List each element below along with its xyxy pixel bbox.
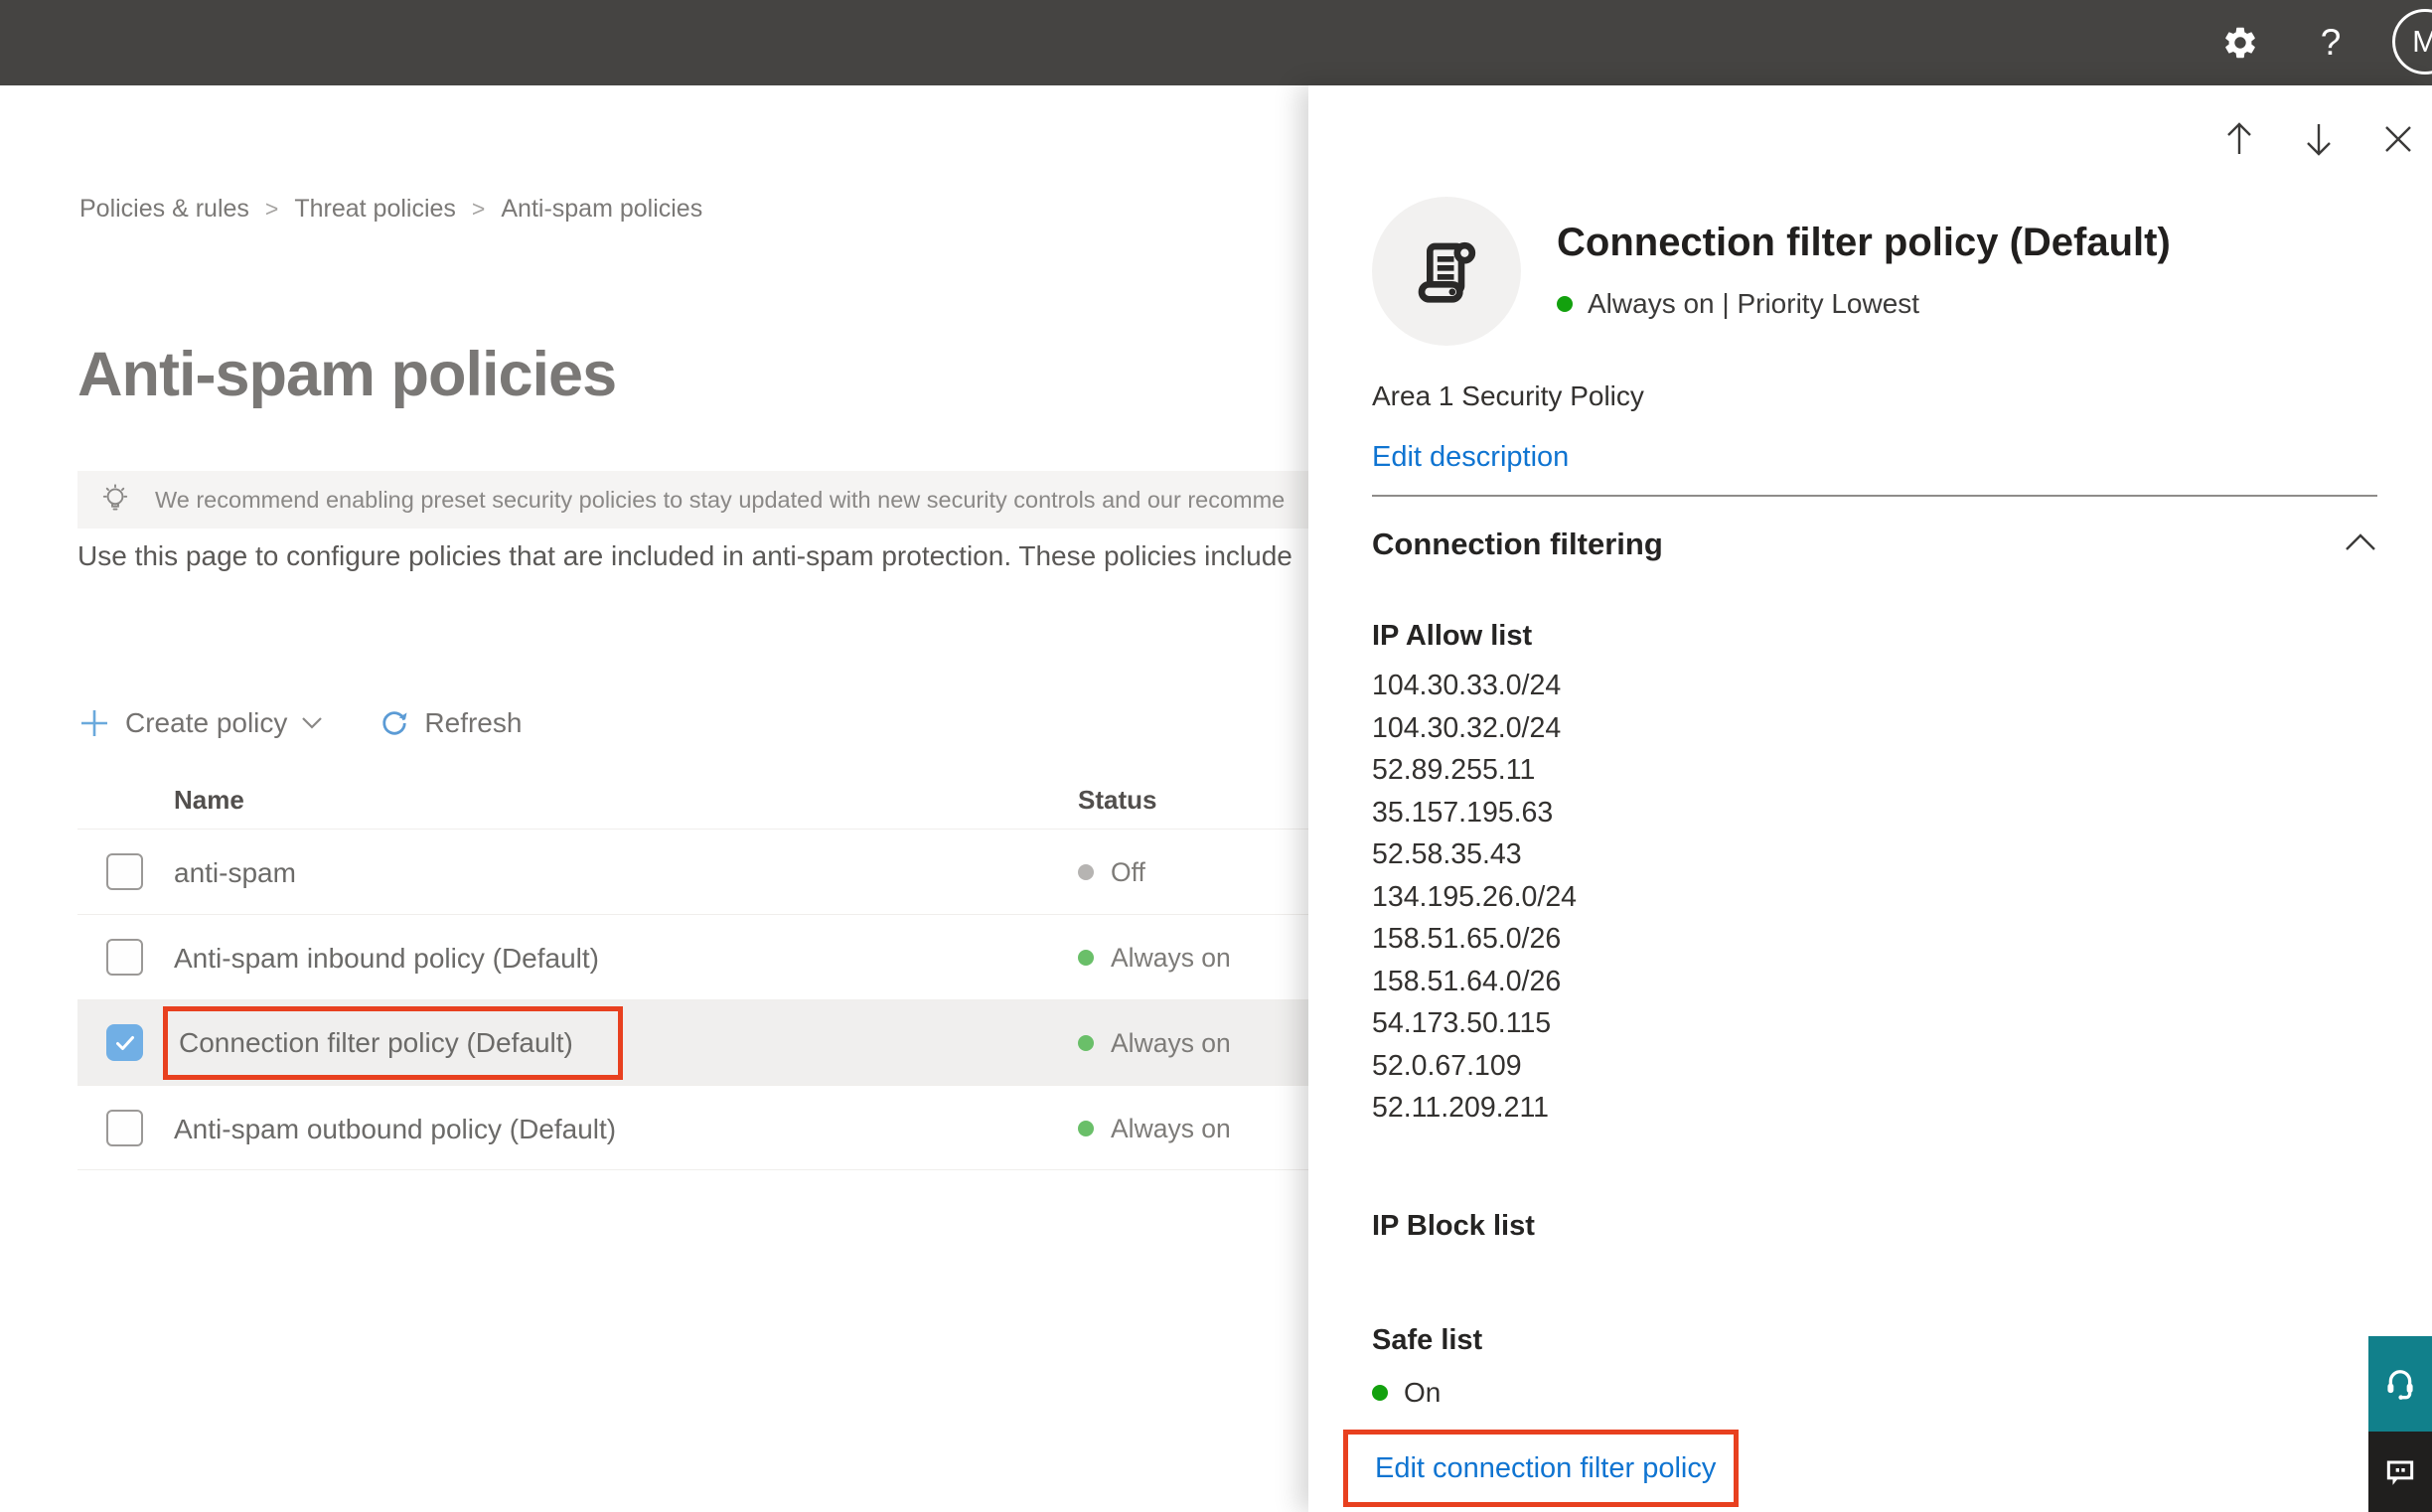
safe-list-status-text: On: [1404, 1377, 1442, 1408]
ip-block-list-label: IP Block list: [1372, 1210, 1535, 1242]
table-row[interactable]: Anti-spam inbound policy (Default) Alway…: [77, 914, 1308, 999]
safe-list-label: Safe list: [1372, 1324, 1483, 1356]
ip-entry: 158.51.64.0/26: [1372, 965, 1562, 997]
ip-allow-list-label: IP Allow list: [1372, 620, 1533, 652]
panel-status-line: Always on | Priority Lowest: [1557, 288, 1919, 320]
previous-item-arrow-up-icon[interactable]: [2219, 119, 2259, 159]
next-item-arrow-down-icon[interactable]: [2299, 119, 2339, 159]
status-cell: Always on: [1078, 1000, 1231, 1086]
status-dot-green: [1078, 1121, 1094, 1136]
section-title: Connection filtering: [1372, 527, 1663, 561]
ip-entry: 52.89.255.11: [1372, 754, 1536, 786]
status-cell: Always on: [1078, 915, 1231, 1000]
section-connection-filtering[interactable]: Connection filtering: [1372, 527, 2377, 562]
account-avatar[interactable]: M: [2392, 9, 2432, 75]
ip-allow-list: 104.30.33.0/24 104.30.32.0/24 52.89.255.…: [1372, 665, 1577, 1130]
checkmark-icon: [113, 1031, 137, 1055]
status-dot-gray: [1078, 864, 1094, 880]
settings-gear-icon[interactable]: [2212, 0, 2268, 85]
ip-entry: 134.195.26.0/24: [1372, 880, 1578, 913]
table-row[interactable]: Anti-spam outbound policy (Default) Alwa…: [77, 1085, 1308, 1170]
table-row[interactable]: anti-spam Off: [77, 829, 1308, 914]
status-cell: Always on: [1078, 1086, 1231, 1171]
breadcrumb-anti-spam-policies[interactable]: Anti-spam policies: [501, 195, 702, 224]
breadcrumb-policies-rules[interactable]: Policies & rules: [79, 195, 249, 224]
feedback-chat-icon: [2380, 1452, 2420, 1492]
policy-name-link[interactable]: anti-spam: [174, 857, 296, 889]
chevron-down-icon: [301, 716, 323, 730]
status-dot-green: [1078, 950, 1094, 966]
edit-description-link[interactable]: Edit description: [1372, 441, 1569, 474]
breadcrumb-separator: >: [471, 196, 486, 222]
chevron-up-icon[interactable]: [2344, 530, 2377, 552]
status-label: Always on: [1111, 1113, 1231, 1143]
row-checkbox-checked[interactable]: [106, 1024, 143, 1061]
policy-name-link[interactable]: Anti-spam inbound policy (Default): [174, 943, 599, 975]
close-icon[interactable]: [2378, 119, 2418, 159]
page-title: Anti-spam policies: [77, 340, 617, 409]
safe-list-status: On: [1372, 1377, 1441, 1409]
breadcrumb-separator: >: [264, 196, 279, 222]
ip-entry: 52.0.67.109: [1372, 1049, 1522, 1082]
edit-connection-filter-policy-link[interactable]: Edit connection filter policy: [1375, 1452, 1716, 1485]
headset-icon: [2379, 1363, 2421, 1405]
details-flyout-panel: Connection filter policy (Default) Alway…: [1308, 85, 2432, 1512]
ip-entry: 35.157.195.63: [1372, 796, 1554, 829]
status-dot-green: [1557, 296, 1573, 312]
ip-entry: 158.51.65.0/26: [1372, 923, 1562, 955]
recommendation-banner: We recommend enabling preset security po…: [77, 471, 1308, 529]
policy-table: anti-spam Off Anti-spam inbound policy (…: [77, 829, 1308, 1170]
panel-status-text: Always on | Priority Lowest: [1588, 288, 1920, 319]
ip-entry: 104.30.33.0/24: [1372, 670, 1562, 701]
page-description: Use this page to configure policies that…: [77, 540, 1292, 571]
lightbulb-icon: [97, 482, 133, 518]
policy-name-link[interactable]: Connection filter policy (Default): [179, 1027, 573, 1059]
table-row-selected[interactable]: Connection filter policy (Default) Alway…: [77, 999, 1308, 1085]
command-bar: Create policy Refresh: [77, 693, 535, 753]
row-checkbox-unchecked[interactable]: [106, 939, 143, 976]
policy-name-link[interactable]: Anti-spam outbound policy (Default): [174, 1114, 616, 1145]
table-header: Name Status: [77, 775, 1308, 829]
feedback-chat-button[interactable]: [2368, 1432, 2432, 1512]
policy-description: Area 1 Security Policy: [1372, 380, 1644, 411]
status-dot-green: [1372, 1385, 1388, 1401]
ip-entry: 52.11.209.211: [1372, 1092, 1550, 1124]
breadcrumb-threat-policies[interactable]: Threat policies: [294, 195, 456, 224]
annotation-highlight-box: Edit connection filter policy: [1343, 1430, 1739, 1507]
banner-text: We recommend enabling preset security po…: [155, 486, 1286, 513]
row-checkbox-unchecked[interactable]: [106, 853, 143, 890]
column-header-name[interactable]: Name: [174, 785, 244, 816]
create-policy-button[interactable]: Create policy: [77, 706, 323, 740]
plus-icon: [77, 706, 111, 740]
panel-title: Connection filter policy (Default): [1557, 221, 2171, 264]
refresh-button[interactable]: Refresh: [379, 707, 535, 739]
status-cell: Off: [1078, 830, 1145, 915]
create-policy-label: Create policy: [125, 707, 288, 738]
status-label: Always on: [1111, 942, 1231, 973]
ip-entry: 52.58.35.43: [1372, 838, 1522, 870]
status-dot-green: [1078, 1035, 1094, 1051]
status-label: Always on: [1111, 1027, 1231, 1058]
main-content: Policies & rules > Threat policies > Ant…: [0, 85, 1308, 1512]
breadcrumb: Policies & rules > Threat policies > Ant…: [79, 195, 702, 224]
annotation-highlight-box: Connection filter policy (Default): [163, 1006, 623, 1080]
refresh-label: Refresh: [424, 707, 523, 738]
ip-entry: 104.30.32.0/24: [1372, 711, 1562, 744]
ip-entry: 54.173.50.115: [1372, 1007, 1552, 1039]
refresh-icon: [379, 707, 410, 739]
policy-scroll-icon: [1372, 197, 1521, 346]
row-checkbox-unchecked[interactable]: [106, 1110, 143, 1146]
status-label: Off: [1111, 856, 1145, 887]
help-icon[interactable]: ?: [2307, 0, 2355, 85]
column-header-status[interactable]: Status: [1078, 785, 1156, 816]
top-app-bar: ? M: [0, 0, 2432, 85]
support-help-button[interactable]: [2368, 1336, 2432, 1432]
divider: [1372, 495, 2377, 497]
